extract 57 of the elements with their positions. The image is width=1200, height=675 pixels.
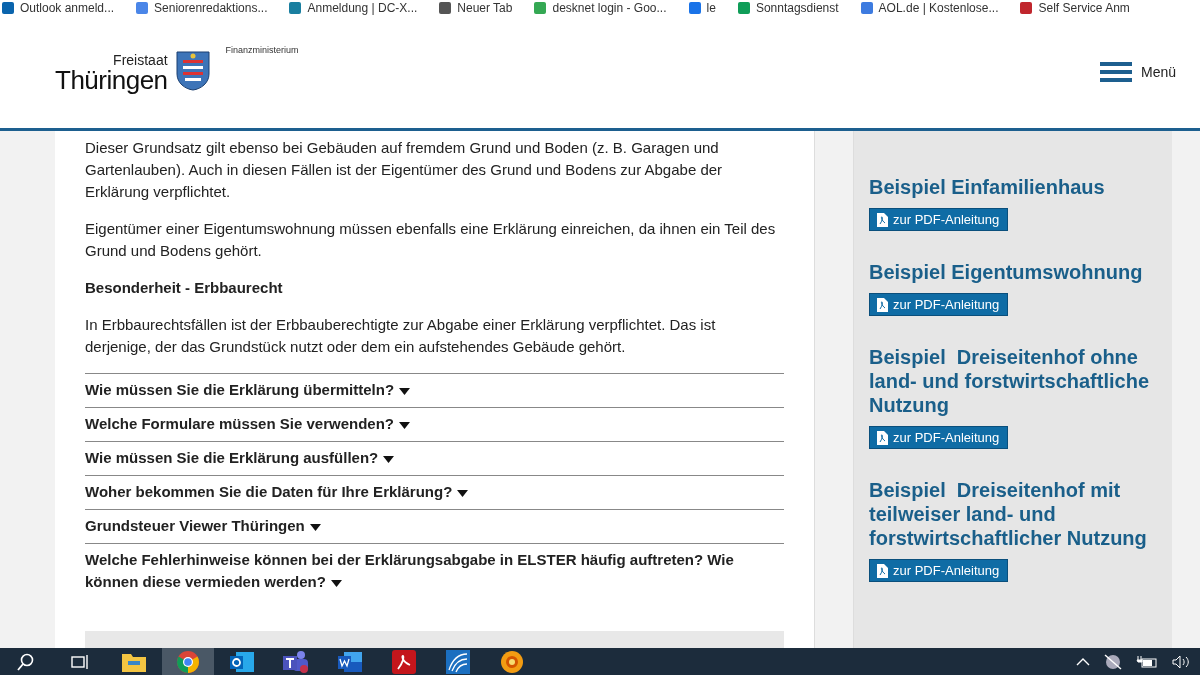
chevron-up-icon [1076,657,1090,666]
pdf-file-icon [877,430,888,445]
pdf-app-icon [392,649,416,674]
bookmark-link[interactable]: Sonntagsdienst [737,1,839,15]
bookmark-link[interactable]: Seniorenredaktions... [136,1,268,15]
accordion-header[interactable]: Wie müssen Sie die Erklärung übermitteln? [85,373,784,407]
example-link[interactable]: Beispiel Dreiseitenhof mit teilweiser land- und forstwirtschaftlicher Nutzung [869,478,1158,550]
search-icon [17,652,35,671]
pdf-file-icon [877,297,888,312]
document-app-icon [338,650,362,673]
pdf-button[interactable]: zur PDF-Anleitung [869,559,1009,582]
accordion-header[interactable]: Welche Fehlerhinweise können bei der Erklärungsabgabe in ELSTER häufig auftreten? Wie können diese vermieden werden? [85,543,784,599]
logo-text: Thüringen [55,67,168,93]
sun-icon [499,648,525,675]
battery-icon [1136,654,1158,669]
bookmark-link[interactable]: AOL.de | Kostenlose... [860,1,999,15]
caret-down-icon [330,579,342,587]
app-icon [446,649,470,674]
bookmark-link[interactable]: Self Service Anm [1020,1,1130,15]
accordion-header[interactable]: Welche Formulare müssen Sie verwenden? [85,407,784,441]
paragraph: Dieser Grundsatz gilt ebenso bei Gebäuden auf fremdem Grund und Boden (z. B. Garagen und Gartenlauben). Auch in diesen Fällen ist der Eigentümer des Grund und Bodens zur Abgabe der Erklärung verpflichtet. [85,138,724,202]
paragraph: Eigentümer einer Eigentumswohnung müssen ebenfalls eine Erklärung einreichen, da ihnen ein Teil des Grund und Bodens gehört. [85,219,777,261]
caret-down-icon [399,421,410,429]
menu-icon [1099,62,1132,82]
folder-icon [122,651,146,672]
caret-down-icon [457,489,469,497]
ministry-label: Finanzministerium [225,45,299,55]
pdf-button[interactable]: zur PDF-Anleitung [869,293,1009,316]
example-link[interactable]: Beispiel Dreiseitenhof ohne land- und forstwirtschaftliche Nutzung [869,345,1158,417]
browser-icon [176,649,200,674]
logo-text: Freistaat [113,53,168,67]
bookmark-link[interactable]: Outlook anmeld... [2,1,115,15]
accordion-header[interactable]: Woher bekommen Sie die Daten für Ihre Erklärung? [85,475,784,509]
accordion-header[interactable]: Grundsteuer Viewer Thüringen [85,509,784,543]
network-icon [1104,653,1122,670]
example-link[interactable]: Beispiel Eigentumswohnung [869,260,1158,284]
paragraph: In Erbbaurechtsfällen ist der Erbbauberechtigte zur Abgabe einer Erklärung verpflichtet. Das ist derjenige, der das Grundstück nutzt oder dem ein aufstehendes Gebäude gehört. [85,315,717,357]
menu-button[interactable]: Menü [1099,62,1176,82]
task-view-icon [71,653,89,670]
caret-down-icon [383,455,395,463]
mail-app-icon [230,650,254,673]
caret-down-icon [399,387,411,395]
pdf-button[interactable]: zur PDF-Anleitung [869,208,1009,231]
caret-down-icon [309,523,321,531]
pdf-file-icon [877,563,888,578]
pdf-file-icon [877,212,888,227]
bookmark-link[interactable]: Neuer Tab [439,1,513,15]
bookmark-link[interactable]: desknet login - Goo... [534,1,667,15]
coat-of-arms-icon [175,51,210,91]
bookmark-link[interactable]: le [688,1,716,15]
accordion-header[interactable]: Wie müssen Sie die Erklärung ausfüllen? [85,441,784,475]
chat-app-icon [283,649,309,674]
speaker-icon [1172,654,1190,669]
pdf-button[interactable]: zur PDF-Anleitung [869,426,1009,449]
bookmark-link[interactable]: Anmeldung | DC-X... [289,1,418,15]
example-link[interactable]: Beispiel Einfamilienhaus [869,175,1158,199]
section-heading: Besonderheit - Erbbaurecht [85,278,284,298]
